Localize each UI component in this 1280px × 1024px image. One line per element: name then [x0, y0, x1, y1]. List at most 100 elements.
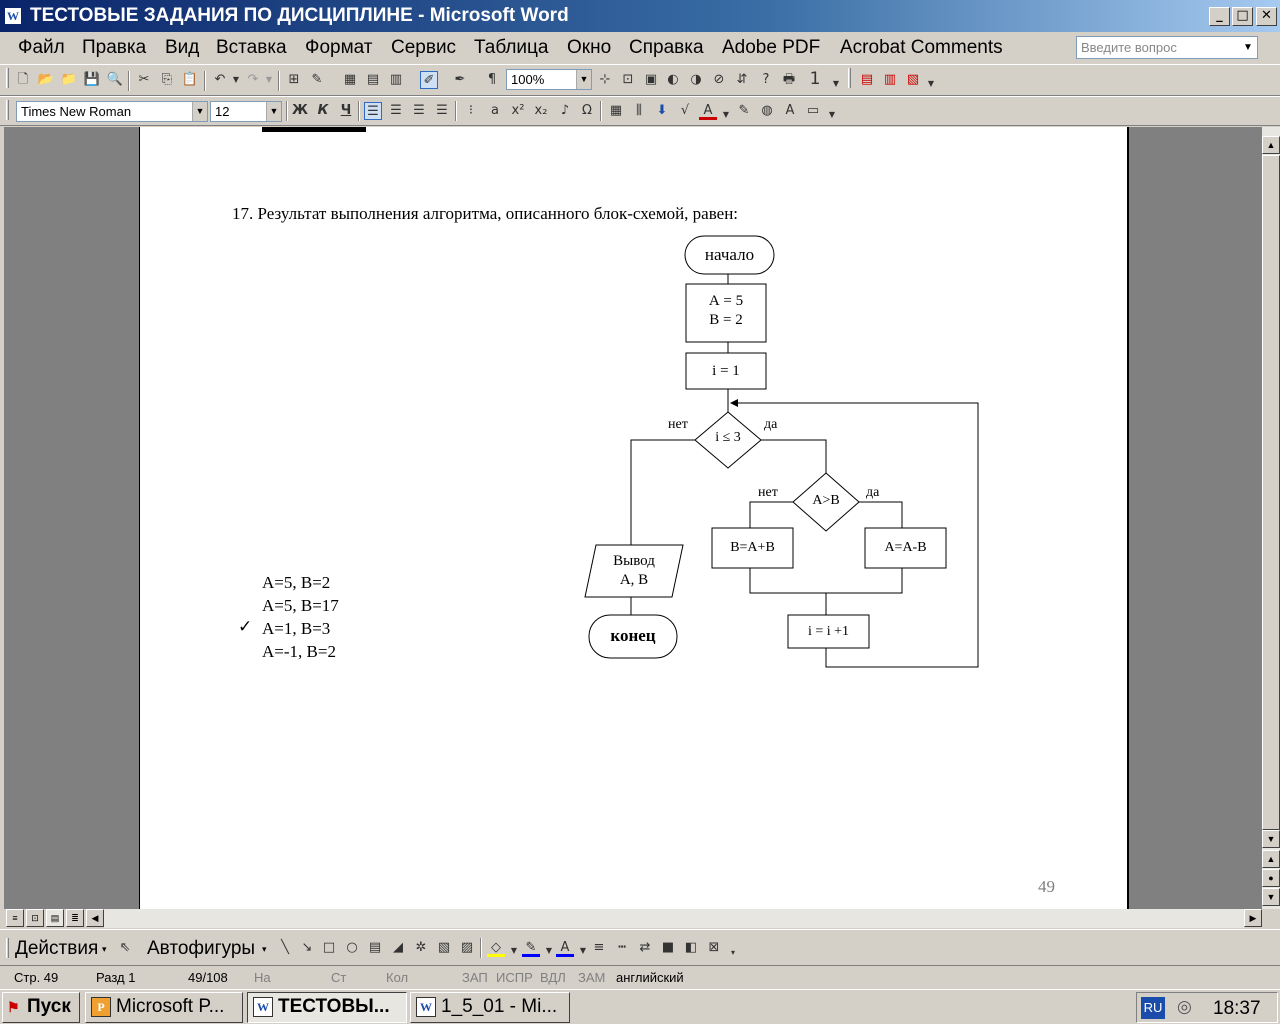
- minimize-button[interactable]: _: [1209, 7, 1230, 26]
- chevron-down-icon[interactable]: ▼: [227, 71, 245, 89]
- underline-button[interactable]: Ч: [337, 102, 355, 120]
- start-button[interactable]: ⚑ Пуск: [2, 992, 80, 1023]
- menu-view[interactable]: Вид: [165, 37, 199, 59]
- font-color-icon[interactable]: A: [556, 939, 574, 957]
- formula-icon[interactable]: √: [676, 102, 694, 120]
- research-icon[interactable]: ⊘: [710, 71, 728, 89]
- chart-alt-icon[interactable]: ◑: [687, 71, 705, 89]
- taskbar-item-active[interactable]: W ТЕСТОВЫ...: [247, 992, 407, 1023]
- frame-icon[interactable]: ⊡: [619, 71, 637, 89]
- copy-icon[interactable]: ⎘: [158, 71, 176, 89]
- chevron-down-icon[interactable]: ▼: [1240, 38, 1256, 57]
- normal-view-icon[interactable]: ≡: [6, 909, 24, 927]
- open-folder-icon[interactable]: 📂: [37, 71, 55, 89]
- status-language[interactable]: английский: [616, 970, 684, 985]
- language-indicator[interactable]: RU: [1141, 997, 1165, 1019]
- columns-icon[interactable]: ▥: [387, 71, 405, 89]
- menu-file[interactable]: Файл: [18, 37, 65, 59]
- arrow-style-icon[interactable]: ⇄: [636, 939, 654, 957]
- browse-object-icon[interactable]: ●: [1262, 869, 1280, 887]
- status-track[interactable]: ИСПР: [496, 970, 533, 985]
- print-view-icon[interactable]: ▤: [46, 909, 64, 927]
- font-color-icon[interactable]: A: [699, 102, 717, 120]
- omega-icon[interactable]: Ω: [578, 102, 596, 120]
- shadow-icon[interactable]: ■: [659, 939, 677, 957]
- chevron-down-icon[interactable]: ▼: [922, 75, 940, 93]
- numbering-icon[interactable]: ⁝: [462, 102, 480, 120]
- bold-button[interactable]: Ж: [291, 102, 309, 120]
- menu-window[interactable]: Окно: [567, 37, 611, 59]
- previous-page-icon[interactable]: ▲: [1262, 850, 1280, 868]
- taskbar-item[interactable]: W 1_5_01 - Mi...: [410, 992, 570, 1023]
- align-right-icon[interactable]: ☰: [410, 102, 428, 120]
- menu-format[interactable]: Формат: [305, 37, 373, 59]
- sort-icon[interactable]: ⇵: [733, 71, 751, 89]
- new-document-icon[interactable]: 🗋: [14, 71, 32, 89]
- chevron-down-icon[interactable]: ▼: [266, 102, 281, 121]
- read-icon[interactable]: ⊹: [596, 71, 614, 89]
- columns-icon[interactable]: ⫼: [630, 102, 648, 120]
- save-icon[interactable]: 💾: [83, 71, 101, 89]
- justify-icon[interactable]: ☰: [433, 102, 451, 120]
- italic-button[interactable]: К: [314, 102, 332, 120]
- grid-icon[interactable]: ⊠: [705, 939, 723, 957]
- arrow-down-icon[interactable]: ⬇: [653, 102, 671, 120]
- next-page-icon[interactable]: ▼: [1262, 888, 1280, 906]
- chevron-down-icon[interactable]: ▾: [102, 944, 107, 955]
- menu-edit[interactable]: Правка: [82, 37, 146, 59]
- printer-icon[interactable]: 🖶: [780, 71, 798, 89]
- pdf-email-icon[interactable]: ▥: [881, 71, 899, 89]
- pdf-review-icon[interactable]: ▧: [904, 71, 922, 89]
- chevron-down-icon[interactable]: ▾: [724, 944, 742, 962]
- line-icon[interactable]: ╲: [276, 939, 294, 957]
- menu-acrobat-comments[interactable]: Acrobat Comments: [840, 37, 1003, 59]
- word-app-icon[interactable]: W: [4, 7, 22, 25]
- drawing-icon[interactable]: ✐: [420, 71, 438, 89]
- line-color-icon[interactable]: ✎: [522, 939, 540, 957]
- fill-color-icon[interactable]: ◇: [487, 939, 505, 957]
- format-painter-icon[interactable]: ✎: [735, 102, 753, 120]
- subscript-icon[interactable]: x₂: [532, 102, 550, 120]
- chevron-down-icon[interactable]: ▼: [823, 106, 841, 124]
- select-pointer-icon[interactable]: ⇖: [116, 939, 134, 957]
- menu-insert[interactable]: Вставка: [216, 37, 287, 59]
- cut-icon[interactable]: ✂: [135, 71, 153, 89]
- align-left-icon[interactable]: ☰: [364, 102, 382, 120]
- globe-icon[interactable]: ◍: [758, 102, 776, 120]
- border-icon[interactable]: ▭: [804, 102, 822, 120]
- network-icon[interactable]: ◎: [1177, 997, 1192, 1017]
- chart-icon[interactable]: ◐: [664, 71, 682, 89]
- actions-menu[interactable]: Действия: [15, 938, 98, 960]
- chevron-down-icon[interactable]: ▼: [505, 942, 523, 960]
- maximize-button[interactable]: □: [1232, 7, 1253, 26]
- menu-adobe-pdf[interactable]: Adobe PDF: [722, 37, 820, 59]
- toolbar-grip[interactable]: [6, 68, 9, 88]
- scroll-thumb[interactable]: [1262, 155, 1280, 830]
- pdf-convert-icon[interactable]: ▤: [858, 71, 876, 89]
- font-name-select[interactable]: Times New Roman ▼: [16, 101, 208, 122]
- outline-view-icon[interactable]: ≣: [66, 909, 84, 927]
- status-overtype[interactable]: ЗАМ: [578, 970, 605, 985]
- help-icon[interactable]: ?: [757, 71, 775, 89]
- chevron-down-icon[interactable]: ▼: [576, 70, 591, 89]
- status-rec[interactable]: ЗАП: [462, 970, 488, 985]
- clipart-icon[interactable]: ▧: [435, 939, 453, 957]
- superscript-icon[interactable]: x²: [509, 102, 527, 120]
- menu-tools[interactable]: Сервис: [391, 37, 456, 59]
- table-icon[interactable]: ▦: [607, 102, 625, 120]
- pilcrow-icon[interactable]: ¶: [483, 71, 501, 89]
- zoom-select[interactable]: 100% ▼: [506, 69, 592, 90]
- chevron-down-icon[interactable]: ▼: [717, 106, 735, 124]
- wordart-icon[interactable]: ◢: [389, 939, 407, 957]
- menu-table[interactable]: Таблица: [474, 37, 549, 59]
- status-extend[interactable]: ВДЛ: [540, 970, 566, 985]
- toolbar-grip[interactable]: [6, 100, 9, 120]
- chevron-down-icon[interactable]: ▾: [262, 944, 267, 955]
- page-icon[interactable]: ▣: [642, 71, 660, 89]
- document-page[interactable]: 17. Результат выполнения алгоритма, опис…: [139, 127, 1129, 909]
- chevron-down-icon[interactable]: ▼: [260, 71, 278, 89]
- hyperlink-icon[interactable]: ⊞: [285, 71, 303, 89]
- 3d-icon[interactable]: ◧: [682, 939, 700, 957]
- chevron-down-icon[interactable]: ▼: [192, 102, 207, 121]
- tables-borders-icon[interactable]: ✎: [308, 71, 326, 89]
